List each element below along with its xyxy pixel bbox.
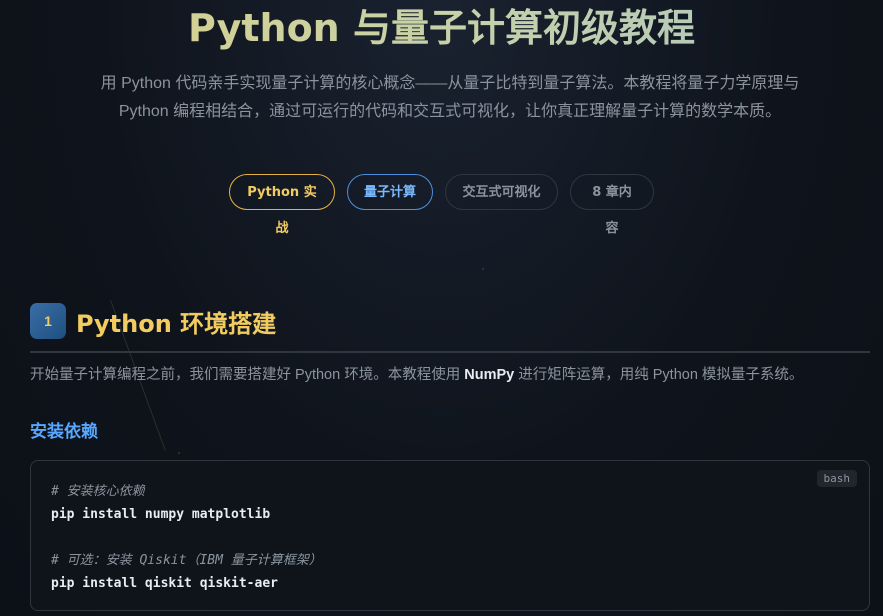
decorative-dot <box>482 268 484 270</box>
tag-chapters[interactable]: 8 章内容 <box>570 174 654 236</box>
tag-python[interactable]: Python 实战 <box>229 174 335 236</box>
page-description: 用 Python 代码亲手实现量子计算的核心概念——从量子比特到量子算法。本教程… <box>100 75 800 120</box>
section-header: 1 Python 环境搭建 <box>30 303 276 339</box>
code-command: pip install qiskit qiskit-aer <box>51 576 278 591</box>
section-divider <box>30 351 870 353</box>
section-number-badge: 1 <box>30 303 66 339</box>
code-comment: # 可选：安装 Qiskit（IBM 量子计算框架） <box>51 553 322 568</box>
section-intro-paragraph: 开始量子计算编程之前，我们需要搭建好 Python 环境。本教程使用 NumPy… <box>30 362 880 388</box>
code-comment: # 安装核心依赖 <box>51 484 145 499</box>
decorative-dot <box>178 452 180 454</box>
code-language-badge: bash <box>816 470 857 487</box>
para-text: 进行矩阵运算，用纯 Python 模拟量子系统。 <box>514 367 804 383</box>
code-command: pip install numpy matplotlib <box>51 507 271 522</box>
tag-quantum[interactable]: 量子计算 <box>347 174 433 210</box>
page-title: Python 与量子计算初级教程 <box>0 2 883 54</box>
tag-visualization[interactable]: 交互式可视化 <box>445 174 558 210</box>
code-block[interactable]: bash # 安装核心依赖 pip install numpy matplotl… <box>30 460 870 611</box>
tag-list: Python 实战 量子计算 交互式可视化 8 章内容 <box>0 174 883 236</box>
subsection-title: 安装依赖 <box>30 422 98 442</box>
section-title: Python 环境搭建 <box>76 309 277 338</box>
code-content[interactable]: # 安装核心依赖 pip install numpy matplotlib # … <box>51 480 322 595</box>
para-text: 开始量子计算编程之前，我们需要搭建好 Python 环境。本教程使用 <box>30 367 465 383</box>
para-bold-numpy: NumPy <box>464 367 515 383</box>
